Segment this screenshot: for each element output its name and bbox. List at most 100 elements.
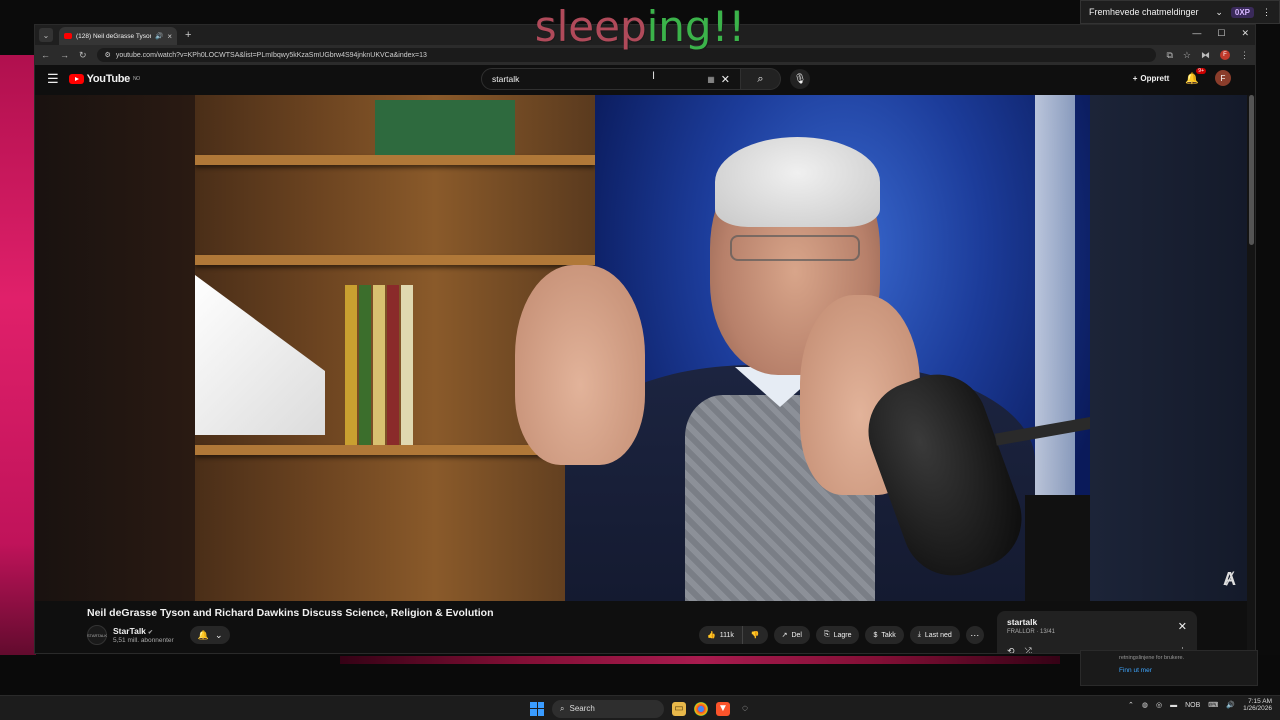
chrome-icon[interactable] <box>694 701 708 716</box>
clock-time: 7:15 AM <box>1248 698 1272 705</box>
clock[interactable]: 7:15 AM 1/26/2026 <box>1243 698 1272 713</box>
search-icon: ⌕ <box>560 703 565 713</box>
channel-name[interactable]: StarTalk ✔ <box>113 626 174 637</box>
brave-icon[interactable]: ▼ <box>716 701 730 716</box>
account-avatar[interactable]: F <box>1215 70 1231 86</box>
search-input[interactable]: startalk ▦ ✕ <box>481 68 741 90</box>
close-icon[interactable]: ✕ <box>1178 620 1187 633</box>
like-count: 111k <box>719 631 734 639</box>
subscriber-count: 5,51 mill. abonnenter <box>113 636 174 644</box>
channel-info: StarTalk ✔ 5,51 mill. abonnenter <box>113 626 174 645</box>
tray-icon[interactable]: ▬ <box>1170 702 1177 709</box>
url-text: youtube.com/watch?v=KPh0LOCWTSA&list=PLm… <box>115 51 427 59</box>
subscription-button[interactable]: 🔔 ⌄ <box>189 626 231 644</box>
like-button[interactable]: 👍 111k <box>699 626 743 644</box>
video-actions: 👍 111k 👎 ↗ Del ⎘ Lagre $ Takk ⤓ Last ned ⋯ <box>699 621 984 649</box>
search-value: startalk <box>492 74 520 84</box>
create-label: Opprett <box>1140 73 1170 83</box>
notifications-button[interactable]: 🔔 9+ <box>1185 67 1206 85</box>
channel-watermark-icon: Ⱥ <box>1223 569 1236 589</box>
profile-avatar[interactable]: F <box>1220 50 1230 60</box>
chevron-down-icon: ⌄ <box>214 629 223 640</box>
youtube-play-icon <box>68 74 84 84</box>
taskbar-search-label: Search <box>569 704 595 713</box>
channel-avatar[interactable]: STARTALK <box>87 625 107 645</box>
download-button[interactable]: ⤓ Last ned <box>909 626 960 644</box>
taskbar-search[interactable]: ⌕ Search <box>552 699 664 718</box>
keyboard-icon[interactable]: ▦ <box>707 75 715 84</box>
network-icon[interactable]: ⌨ <box>1208 701 1218 709</box>
text-cursor-icon: I <box>652 70 656 82</box>
shuffle-icon[interactable]: ⤮ <box>1025 646 1032 653</box>
wallpaper-glow <box>340 656 1060 664</box>
popup-link[interactable]: Finn ut mer <box>1119 667 1249 674</box>
bell-icon: 🔔 <box>1185 72 1199 85</box>
playlist-title[interactable]: startalk <box>1007 617 1187 627</box>
info-popup: retningslinjene for brukere. Finn ut mer <box>1080 650 1258 686</box>
thanks-icon: $ <box>873 631 878 639</box>
logo-region: NO <box>132 76 140 82</box>
share-icon: ↗ <box>781 632 788 639</box>
menu-icon[interactable]: ⋮ <box>1240 50 1249 61</box>
chair <box>1025 495 1090 601</box>
video-title: Neil deGrasse Tyson and Richard Dawkins … <box>87 607 494 619</box>
desktop: Fremhevede chatmeldinger ⌄ 0XP ⋮ ⌄ (128)… <box>0 0 1280 720</box>
reload-icon[interactable]: ↻ <box>79 50 87 61</box>
video-frame[interactable] <box>195 95 1090 601</box>
download-label: Last ned <box>924 631 952 639</box>
back-icon[interactable]: ← <box>41 50 50 60</box>
clock-date: 1/26/2026 <box>1243 705 1272 713</box>
youtube-logo[interactable]: YouTube NO <box>68 73 140 85</box>
thanks-label: Takk <box>881 631 896 639</box>
share-button[interactable]: ↗ Del <box>773 626 810 644</box>
file-explorer-icon[interactable]: ▭ <box>672 701 686 716</box>
ambient-right <box>1090 95 1247 601</box>
volume-icon[interactable]: 🔊 <box>1226 701 1235 709</box>
like-dislike: 👍 111k 👎 <box>699 626 768 644</box>
person-glasses <box>730 235 860 261</box>
more-actions-button[interactable]: ⋯ <box>965 626 984 644</box>
scrollbar-thumb[interactable] <box>1249 95 1254 245</box>
microphone-icon: 🎙 <box>793 73 807 85</box>
thanks-button[interactable]: $ Takk <box>865 626 904 644</box>
notification-count: 9+ <box>1196 67 1206 74</box>
install-icon[interactable]: ⧉ <box>1166 50 1172 61</box>
address-actions: ⧉ ☆ ⧓ F ⋮ <box>1166 50 1249 61</box>
search-box: startalk ▦ ✕ ⌕ <box>481 68 781 90</box>
wallpaper <box>0 55 36 665</box>
verified-icon: ✔ <box>147 629 153 636</box>
bookmark-icon: ⎘ <box>823 631 830 638</box>
extensions-icon[interactable]: ⧓ <box>1201 50 1210 61</box>
clear-search-icon[interactable]: ✕ <box>721 73 730 86</box>
taskbar-apps: ⌕ Search ▭ ▼ ◌ <box>530 699 752 718</box>
forward-icon[interactable]: → <box>60 50 69 60</box>
header-actions: + Opprett 🔔 9+ F <box>1133 67 1231 86</box>
thumbs-down-icon: 👎 <box>750 632 760 639</box>
bell-icon: 🔔 <box>197 629 209 640</box>
person-hand-left <box>515 265 645 465</box>
popup-text: retningslinjene for brukere. <box>1119 655 1185 661</box>
save-label: Lagre <box>833 631 852 639</box>
share-label: Del <box>791 631 802 639</box>
site-info-icon[interactable]: ⚙ <box>105 51 111 59</box>
person-hair <box>715 137 880 227</box>
hamburger-menu-icon[interactable]: ☰ <box>47 71 59 87</box>
dislike-button[interactable]: 👎 <box>743 626 768 644</box>
books <box>345 285 413 445</box>
tray-icon[interactable]: ◍ <box>1142 701 1148 709</box>
books <box>375 100 515 155</box>
video-player[interactable]: Ⱥ <box>35 95 1247 601</box>
windows-start-icon[interactable] <box>530 701 544 716</box>
playlist-panel: startalk FRALLOR · 13/41 ✕ ⟲ ⤮ ⋮ <box>997 611 1197 653</box>
create-button[interactable]: + Opprett <box>1133 74 1170 83</box>
language-indicator[interactable]: NOB <box>1185 702 1200 709</box>
app-icon[interactable]: ◌ <box>738 702 752 716</box>
bookmark-star-icon[interactable]: ☆ <box>1183 50 1191 61</box>
chevron-up-icon[interactable]: ⌃ <box>1128 701 1134 709</box>
loop-icon[interactable]: ⟲ <box>1007 646 1015 653</box>
channel-row: STARTALK StarTalk ✔ 5,51 mill. abonnenter… <box>87 621 987 649</box>
tray-icon[interactable]: ◎ <box>1156 701 1162 709</box>
search-button[interactable]: ⌕ <box>741 68 781 90</box>
voice-search-button[interactable]: 🎙 <box>790 69 810 89</box>
save-button[interactable]: ⎘ Lagre <box>815 626 860 644</box>
